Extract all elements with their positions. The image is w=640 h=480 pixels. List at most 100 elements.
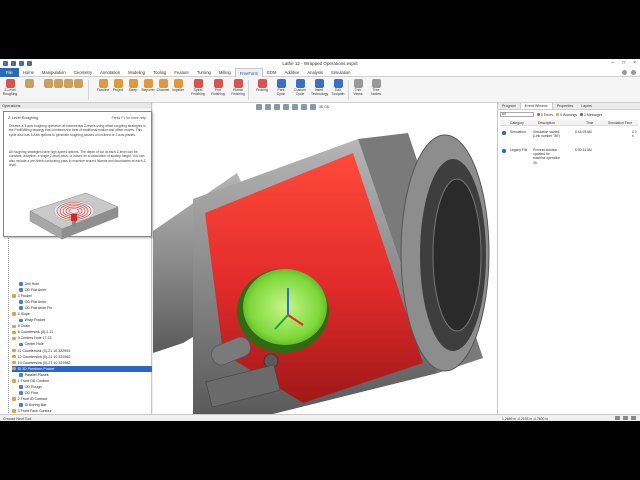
tab-turning[interactable]: Turning xyxy=(193,68,215,77)
tab-modeling[interactable]: Modeling xyxy=(124,68,149,77)
messages-badge[interactable]: 2 Messages xyxy=(580,113,602,117)
ribbon-tabs: File Home Manipulation Geometry Annotation Mo… xyxy=(0,68,640,77)
event-window-panel: Program Event Window Properties Layers All … xyxy=(497,103,640,414)
tooltip-paragraph-2: All roughing strategies have high-speed … xyxy=(9,150,147,167)
end-bore-inner xyxy=(432,178,482,332)
operations-tree[interactable]: Drill Hole OD Flat Anim 3 Pocket OD Flat An… xyxy=(12,281,152,421)
tab-file[interactable]: File xyxy=(0,68,19,77)
feature-icon xyxy=(12,366,16,371)
tab-home[interactable]: Home xyxy=(19,68,38,77)
tab-simulation[interactable]: Simulation xyxy=(327,68,355,77)
3d-viewport[interactable]: 3D OD xyxy=(153,103,497,414)
help-icon[interactable] xyxy=(622,70,627,75)
maximize-icon[interactable]: □ xyxy=(622,60,625,66)
port-button[interactable]: Port Finishing xyxy=(210,79,226,101)
ribbon-tab-bar: File Home Manipulation Geometry Annotation Mo… xyxy=(0,68,640,77)
insert-button[interactable]: Insert Technology xyxy=(311,79,329,101)
tab-tooling[interactable]: Tooling xyxy=(149,68,170,77)
edit-toolpath-button[interactable]: Edit Toolpath xyxy=(330,79,346,101)
impeller-button[interactable]: Impeller xyxy=(170,79,186,101)
minimize-icon[interactable]: – xyxy=(611,60,614,66)
tab-freeform[interactable]: FreeForm xyxy=(234,68,264,77)
z-level-roughing-button[interactable]: Z-Level Roughing xyxy=(2,79,18,101)
event-filter-select[interactable]: All xyxy=(500,112,534,117)
feature-icon xyxy=(12,336,16,341)
feature-icon xyxy=(12,397,16,401)
ribbon-button-label: Stepover xyxy=(141,88,155,92)
ribbon-button-label: Z-Level Roughing xyxy=(2,88,18,96)
tab-feature[interactable]: Feature xyxy=(170,68,192,77)
probing-button[interactable]: Probing xyxy=(254,79,270,101)
pencil-button[interactable] xyxy=(70,79,86,101)
errors-badge[interactable]: 0 Errors xyxy=(537,113,553,117)
event-time: 6:30:44 AM xyxy=(575,148,592,152)
tab-analysis[interactable]: Analysis xyxy=(303,68,327,77)
trim-button[interactable]: Trim Views xyxy=(350,79,366,101)
channel-button[interactable]: Channel xyxy=(155,79,171,101)
spiral-button[interactable]: Spiral Finishing xyxy=(190,79,206,101)
close-icon[interactable]: × xyxy=(633,60,636,66)
event-row[interactable]: Legacy File Process solution updated for… xyxy=(500,148,638,166)
window-title: Lathe 12 - Wrapped Operations.esprit xyxy=(282,61,358,66)
tab-layers[interactable]: Layers xyxy=(577,103,596,109)
warnings-badge[interactable]: 0 Warnings xyxy=(556,113,577,117)
z-level-roughing-icon xyxy=(5,79,15,88)
tab-properties[interactable]: Properties xyxy=(553,103,577,109)
header-description[interactable]: Description xyxy=(538,121,555,125)
info-icon xyxy=(580,113,584,116)
insert-icon xyxy=(314,79,324,88)
operation-icon xyxy=(19,300,23,304)
tab-milling[interactable]: Milling xyxy=(215,68,235,77)
header-simulation-time[interactable]: Simulation Time xyxy=(608,121,632,125)
tab-event-window[interactable]: Event Window xyxy=(519,103,553,109)
channel-icon xyxy=(158,79,168,88)
impeller-icon xyxy=(173,79,183,88)
header-time[interactable]: Time xyxy=(586,121,593,125)
z-level-roughing-tooltip: Z-Level Roughing Press F1 for more help.… xyxy=(3,111,152,240)
feature-icon xyxy=(12,294,16,298)
planar-finishing-button[interactable]: Planar Finishing xyxy=(230,79,246,101)
tab-annotation[interactable]: Annotation xyxy=(96,68,124,77)
feature-icon xyxy=(12,378,16,383)
ribbon-button-label: Park Cycle xyxy=(276,88,286,96)
help-controls xyxy=(622,70,636,75)
options-icon[interactable] xyxy=(631,70,636,75)
ribbon-button-label: Insert Technology xyxy=(311,88,329,96)
event-table-header: Category Description Time Simulation Tim… xyxy=(500,120,638,126)
ribbon-button-label: Edit Toolpath xyxy=(331,88,345,96)
units-icon[interactable] xyxy=(631,416,636,420)
ribbon-button-label: Steep xyxy=(128,88,138,92)
steep-button[interactable]: Steep xyxy=(125,79,141,101)
grid-icon[interactable] xyxy=(615,416,620,420)
project-button[interactable]: Project xyxy=(110,79,126,101)
header-category[interactable]: Category xyxy=(510,121,524,125)
event-row[interactable]: Simulation Simulation started. (Link num… xyxy=(500,130,638,146)
tab-edm[interactable]: EDM xyxy=(263,68,280,77)
stepover-icon xyxy=(143,79,153,88)
info-icon xyxy=(502,149,506,153)
window-controls: – □ × xyxy=(611,60,636,66)
operation-icon xyxy=(19,342,23,347)
custom-button[interactable]: Custom Cycle xyxy=(292,79,308,101)
esprit-window: Lathe 12 - Wrapped Operations.esprit – □… xyxy=(0,59,640,421)
tab-additive[interactable]: Additive xyxy=(280,68,303,77)
stepover-button[interactable]: Stepover xyxy=(140,79,156,101)
operation-icon xyxy=(19,288,23,292)
project-icon xyxy=(113,79,123,88)
event-sim-time: 0.0 s xyxy=(632,130,637,138)
feature-icon xyxy=(12,360,16,365)
roughing-button[interactable] xyxy=(21,79,37,101)
status-bar: Choose Next Tool 1.2689 in -4.2193 in -4… xyxy=(0,414,640,421)
tab-program[interactable]: Program xyxy=(498,103,520,109)
operation-icon xyxy=(19,391,23,395)
event-category: Simulation xyxy=(510,130,526,134)
event-time: 6:44:09 AM xyxy=(575,130,592,134)
snap-icon[interactable] xyxy=(623,416,628,420)
tab-manipulation[interactable]: Manipulation xyxy=(38,68,70,77)
cursor-coordinates: 1.2689 in -4.2193 in -4.7600 in xyxy=(502,416,548,421)
tree-button[interactable]: Tree Nodes xyxy=(368,79,384,101)
tab-geometry[interactable]: Geometry xyxy=(70,68,96,77)
ribbon-button-label: Trim Views xyxy=(353,88,363,96)
park-button[interactable]: Park Cycle xyxy=(273,79,289,101)
flowline-button[interactable]: Flowline xyxy=(95,79,111,101)
